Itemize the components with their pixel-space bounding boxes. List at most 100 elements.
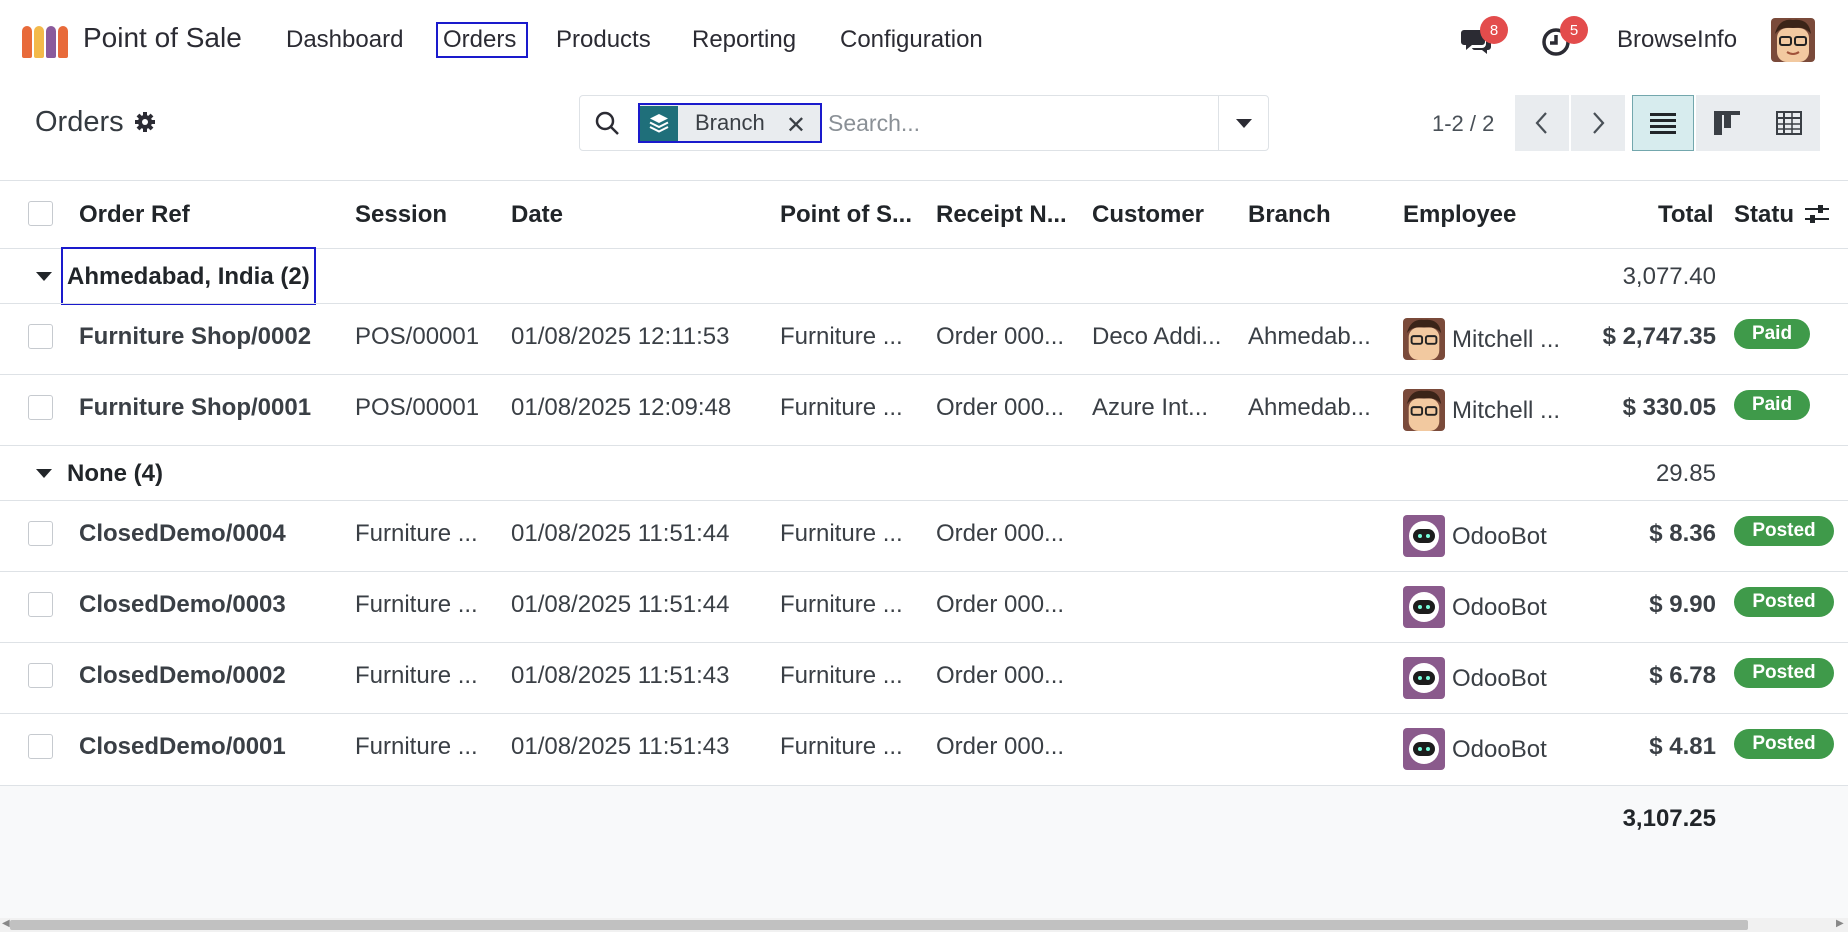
divider (0, 445, 1848, 446)
cell-point-of-sale: Furniture ... (780, 733, 903, 760)
cell-order-ref[interactable]: ClosedDemo/0003 (79, 591, 286, 619)
chevron-left-icon (1535, 112, 1547, 134)
column-header-order-ref[interactable]: Order Ref (79, 201, 190, 229)
cell-total: $ 9.90 (1649, 591, 1716, 618)
cell-order-ref[interactable]: ClosedDemo/0001 (79, 733, 286, 761)
scroll-right-icon[interactable]: ▶ (1836, 918, 1844, 929)
cell-branch: Ahmedab... (1248, 394, 1371, 421)
cell-point-of-sale: Furniture ... (780, 591, 903, 618)
close-icon[interactable]: ✕ (786, 111, 806, 140)
cell-order-ref[interactable]: ClosedDemo/0004 (79, 520, 286, 548)
list-view-button[interactable] (1632, 95, 1694, 151)
cell-total: $ 4.81 (1649, 733, 1716, 760)
group-total: 29.85 (1655, 460, 1716, 487)
gear-icon[interactable] (134, 111, 156, 133)
status-badge: Posted (1734, 729, 1834, 759)
row-checkbox[interactable] (28, 592, 53, 617)
scroll-left-icon[interactable]: ◀ (2, 918, 10, 929)
nav-products[interactable]: Products (556, 26, 651, 54)
chevron-right-icon (1593, 112, 1605, 134)
list-view-icon (1650, 113, 1676, 134)
cell-session: Furniture ... (355, 591, 478, 618)
divider (0, 571, 1848, 572)
employee-avatar (1403, 318, 1445, 360)
app-logo-icon[interactable] (22, 26, 70, 58)
cell-date: 01/08/2025 12:11:53 (511, 323, 730, 350)
user-avatar[interactable] (1771, 18, 1815, 62)
search-options-toggle[interactable] (1218, 96, 1268, 150)
column-header-status[interactable]: Statu (1734, 201, 1798, 229)
nav-dashboard[interactable]: Dashboard (286, 26, 403, 54)
search-input[interactable] (828, 108, 1208, 138)
row-checkbox[interactable] (28, 324, 53, 349)
divider (0, 642, 1848, 643)
pager-next-button[interactable] (1571, 95, 1625, 151)
column-header-employee[interactable]: Employee (1403, 201, 1516, 229)
scrollbar-thumb[interactable] (10, 920, 1748, 930)
activities-button[interactable]: 5 (1540, 16, 1588, 58)
company-switcher[interactable]: BrowseInfo (1617, 26, 1737, 54)
cell-point-of-sale: Furniture ... (780, 520, 903, 547)
select-all-checkbox[interactable] (28, 201, 53, 226)
cell-total: $ 6.78 (1649, 662, 1716, 689)
cell-customer: Deco Addi... (1092, 323, 1222, 350)
row-checkbox[interactable] (28, 395, 53, 420)
cell-date: 01/08/2025 11:51:43 (511, 662, 730, 689)
kanban-view-button[interactable] (1696, 95, 1758, 151)
divider (0, 713, 1848, 714)
pager-previous-button[interactable] (1515, 95, 1569, 151)
column-header-receipt-number[interactable]: Receipt N... (936, 201, 1067, 229)
cell-employee: Mitchell ... (1452, 326, 1561, 353)
search-facet-branch[interactable]: Branch ✕ (638, 103, 822, 143)
cell-order-ref[interactable]: ClosedDemo/0002 (79, 662, 286, 690)
cell-employee: OdooBot (1452, 523, 1547, 550)
app-name[interactable]: Point of Sale (83, 22, 242, 54)
status-badge: Paid (1734, 390, 1810, 420)
highlight-box-orders (436, 22, 528, 58)
status-badge: Posted (1734, 587, 1834, 617)
divider (0, 500, 1848, 501)
page-title[interactable]: Orders (35, 106, 124, 139)
row-checkbox[interactable] (28, 734, 53, 759)
odoobot-avatar (1403, 728, 1445, 770)
nav-configuration[interactable]: Configuration (840, 26, 983, 54)
column-header-date[interactable]: Date (511, 201, 563, 229)
cell-point-of-sale: Furniture ... (780, 394, 903, 421)
group-total: 3,077.40 (1622, 263, 1716, 290)
nav-reporting[interactable]: Reporting (692, 26, 796, 54)
status-badge: Posted (1734, 658, 1834, 688)
layers-icon (640, 105, 678, 141)
column-header-session[interactable]: Session (355, 201, 447, 229)
status-badge: Paid (1734, 319, 1810, 349)
odoobot-avatar (1403, 657, 1445, 699)
group-header-none[interactable]: None (4) (67, 460, 163, 488)
odoobot-avatar (1403, 515, 1445, 557)
cell-employee: OdooBot (1452, 665, 1547, 692)
messages-button[interactable]: 8 (1460, 16, 1508, 58)
status-badge: Posted (1734, 516, 1834, 546)
caret-down-icon[interactable] (36, 469, 52, 478)
pivot-view-icon (1776, 111, 1802, 135)
cell-session: Furniture ... (355, 520, 478, 547)
row-checkbox[interactable] (28, 521, 53, 546)
cell-receipt: Order 000... (936, 394, 1065, 421)
pager-value[interactable]: 1-2 / 2 (1432, 111, 1494, 137)
caret-down-icon (1235, 118, 1252, 128)
cell-total: $ 8.36 (1649, 520, 1716, 547)
activities-count-badge: 5 (1560, 16, 1588, 44)
cell-order-ref[interactable]: Furniture Shop/0001 (79, 394, 311, 422)
column-header-point-of-sale[interactable]: Point of S... (780, 201, 912, 229)
optional-columns-icon[interactable] (1804, 202, 1830, 226)
cell-receipt: Order 000... (936, 323, 1065, 350)
row-checkbox[interactable] (28, 663, 53, 688)
search-icon[interactable] (594, 110, 620, 136)
column-header-total[interactable]: Total (1658, 201, 1714, 229)
cell-total: $ 330.05 (1622, 394, 1716, 421)
pivot-view-button[interactable] (1758, 95, 1820, 151)
column-header-branch[interactable]: Branch (1248, 201, 1331, 229)
cell-point-of-sale: Furniture ... (780, 323, 903, 350)
caret-down-icon[interactable] (36, 272, 52, 281)
cell-order-ref[interactable]: Furniture Shop/0002 (79, 323, 311, 351)
column-header-customer[interactable]: Customer (1092, 201, 1204, 229)
cell-employee: Mitchell ... (1452, 397, 1561, 424)
